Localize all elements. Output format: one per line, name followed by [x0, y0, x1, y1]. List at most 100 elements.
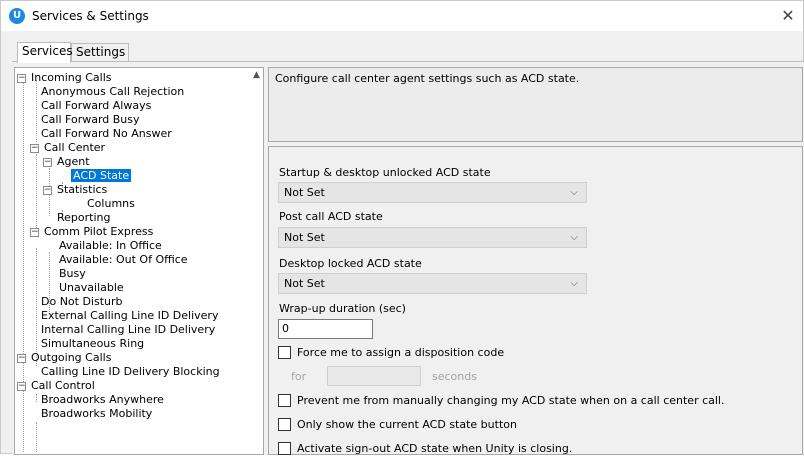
chevron-down-icon: ⌵	[570, 187, 578, 198]
collapse-icon[interactable]: −	[43, 186, 52, 195]
tree-item-label: External Calling Line ID Delivery	[41, 309, 219, 322]
locked-acd-value: Not Set	[284, 277, 325, 290]
for-label: for	[291, 370, 307, 383]
tree-item-label: ACD State	[71, 169, 132, 182]
tab-settings[interactable]: Settings	[71, 43, 129, 62]
signout-acd-label: Activate sign-out ACD state when Unity i…	[297, 442, 573, 455]
tree-item-call-center[interactable]: − Call Center	[30, 141, 107, 155]
collapse-icon[interactable]: −	[17, 354, 26, 363]
tree-item-call-forward-busy[interactable]: Call Forward Busy	[39, 113, 142, 127]
description-text: Configure call center agent settings suc…	[275, 72, 580, 85]
tree-item-statistics[interactable]: − Statistics	[43, 183, 109, 197]
tree-connector	[23, 388, 24, 452]
tree-connector	[36, 80, 37, 142]
tree-item-agent[interactable]: − Agent	[43, 155, 92, 169]
disposition-seconds-input[interactable]	[327, 366, 421, 386]
tree-item-label: Simultaneous Ring	[41, 337, 145, 350]
tree-item-label: Anonymous Call Rejection	[41, 85, 185, 98]
collapse-icon[interactable]: −	[30, 144, 39, 153]
tree-item-label: Busy	[59, 267, 86, 280]
tree-item-label: Call Control	[31, 379, 95, 392]
force-disposition-label: Force me to assign a disposition code	[297, 346, 505, 359]
tree-item-available-in-office[interactable]: Available: In Office	[57, 239, 164, 253]
tree-item-label: Broadworks Mobility	[41, 407, 153, 420]
title-bar: U Services & Settings ✕	[1, 1, 803, 31]
tree-item-label: Outgoing Calls	[31, 351, 112, 364]
tree-item-outgoing-calls[interactable]: − Outgoing Calls	[17, 351, 113, 365]
tree-item-unavailable[interactable]: Unavailable	[57, 281, 126, 295]
tree-item-internal-clid[interactable]: Internal Calling Line ID Delivery	[39, 323, 217, 337]
wrapup-duration-label: Wrap-up duration (sec)	[279, 302, 406, 315]
tree-item-broadworks-anywhere[interactable]: Broadworks Anywhere	[39, 393, 166, 407]
prevent-change-checkbox[interactable]	[278, 394, 291, 407]
acd-settings-panel: Startup & desktop unlocked ACD state Not…	[268, 146, 803, 455]
chevron-down-icon: ⌵	[570, 232, 578, 243]
tree-item-call-forward-no-answer[interactable]: Call Forward No Answer	[39, 127, 174, 141]
force-disposition-row[interactable]: Force me to assign a disposition code	[278, 346, 504, 362]
tree-item-acd-state[interactable]: ACD State	[71, 169, 132, 183]
locked-acd-label: Desktop locked ACD state	[279, 257, 422, 270]
tree-connector	[36, 248, 37, 366]
tree-item-call-control[interactable]: − Call Control	[17, 379, 97, 393]
signout-acd-checkbox[interactable]	[278, 442, 291, 455]
collapse-icon[interactable]: −	[43, 158, 52, 167]
tree-connector	[36, 154, 37, 236]
tree-item-label: Internal Calling Line ID Delivery	[41, 323, 216, 336]
tree-item-simultaneous-ring[interactable]: Simultaneous Ring	[39, 337, 146, 351]
collapse-icon[interactable]: −	[30, 228, 39, 237]
tree-item-comm-pilot-express[interactable]: − Comm Pilot Express	[30, 225, 155, 239]
tree-item-label: Comm Pilot Express	[44, 225, 154, 238]
post-call-acd-select[interactable]: Not Set ⌵	[278, 227, 587, 248]
tree-item-label: Available: Out Of Office	[59, 253, 188, 266]
locked-acd-select[interactable]: Not Set ⌵	[278, 273, 587, 294]
close-icon[interactable]: ✕	[773, 1, 803, 31]
only-current-row[interactable]: Only show the current ACD state button	[278, 418, 517, 434]
prevent-change-label: Prevent me from manually changing my ACD…	[297, 394, 725, 407]
wrapup-duration-input[interactable]: 0	[278, 319, 373, 339]
scroll-up-arrow-icon[interactable]: ▲	[250, 68, 263, 82]
only-current-checkbox[interactable]	[278, 418, 291, 431]
prevent-change-row[interactable]: Prevent me from manually changing my ACD…	[278, 394, 725, 410]
only-current-label: Only show the current ACD state button	[297, 418, 517, 431]
tree-item-label: Incoming Calls	[31, 71, 112, 84]
startup-acd-label: Startup & desktop unlocked ACD state	[279, 166, 491, 179]
tree-item-call-forward-always[interactable]: Call Forward Always	[39, 99, 153, 113]
tree-item-busy[interactable]: Busy	[57, 267, 88, 281]
force-disposition-checkbox[interactable]	[278, 346, 291, 359]
tree-item-label: Agent	[57, 155, 90, 168]
tree-connector	[36, 422, 37, 452]
tree-item-label: Broadworks Anywhere	[41, 393, 164, 406]
unity-logo-icon: U	[9, 8, 25, 24]
tab-bar: Services Settings	[1, 35, 803, 63]
post-call-acd-value: Not Set	[284, 231, 325, 244]
window-title: Services & Settings	[32, 9, 149, 23]
tree-item-label: Available: In Office	[59, 239, 162, 252]
tree-item-label: Call Forward Always	[41, 99, 152, 112]
tree-item-broadworks-mobility[interactable]: Broadworks Mobility	[39, 407, 154, 421]
collapse-icon[interactable]: −	[17, 382, 26, 391]
collapse-icon[interactable]: −	[17, 74, 26, 83]
tree-item-clid-blocking[interactable]: Calling Line ID Delivery Blocking	[39, 365, 222, 379]
tree-item-incoming-calls[interactable]: − Incoming Calls	[17, 71, 113, 85]
post-call-acd-label: Post call ACD state	[279, 210, 383, 223]
tree-item-external-clid[interactable]: External Calling Line ID Delivery	[39, 309, 220, 323]
tree-item-label: Call Forward No Answer	[41, 127, 172, 140]
tree-item-label: Calling Line ID Delivery Blocking	[41, 365, 220, 378]
tree-item-label: Call Forward Busy	[41, 113, 140, 126]
tree-item-label: Unavailable	[59, 281, 124, 294]
tree-item-label: Reporting	[57, 211, 111, 224]
tree-item-do-not-disturb[interactable]: Do Not Disturb	[39, 295, 125, 309]
signout-acd-row[interactable]: Activate sign-out ACD state when Unity i…	[278, 442, 572, 458]
seconds-label: seconds	[432, 370, 477, 383]
services-settings-window: U Services & Settings ✕ Services Setting…	[0, 0, 804, 455]
startup-acd-select[interactable]: Not Set ⌵	[278, 182, 587, 203]
services-tree[interactable]: − Incoming Calls Anonymous Call Rejection…	[14, 67, 264, 455]
tree-item-available-out-of-office[interactable]: Available: Out Of Office	[57, 253, 190, 267]
tab-services[interactable]: Services	[17, 42, 73, 63]
tree-connector	[36, 394, 37, 402]
tree-item-anonymous-call-rejection[interactable]: Anonymous Call Rejection	[39, 85, 186, 99]
tree-connector	[23, 82, 24, 382]
tree-item-columns[interactable]: Columns	[85, 197, 137, 211]
startup-acd-value: Not Set	[284, 186, 325, 199]
tree-item-reporting[interactable]: Reporting	[55, 211, 112, 225]
